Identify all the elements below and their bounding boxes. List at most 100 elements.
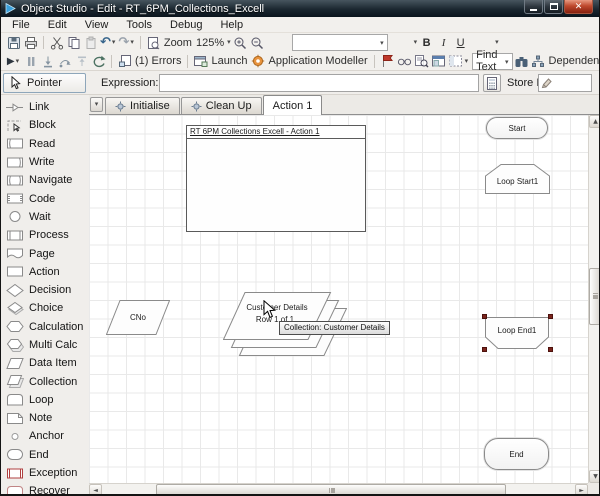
menu-edit[interactable]: Edit (39, 18, 76, 32)
menu-tools[interactable]: Tools (117, 18, 161, 32)
sidebar-item-wait[interactable]: Wait (1, 208, 89, 226)
sidebar-item-anchor[interactable]: Anchor (1, 427, 89, 445)
start-stage[interactable]: Start (486, 117, 548, 139)
loop-end-stage[interactable]: Loop End1 (482, 314, 553, 352)
close-button[interactable]: ✕ (564, 0, 593, 14)
selection-handle[interactable] (482, 314, 487, 319)
sidebar-item-collection[interactable]: Collection (1, 372, 89, 390)
end-stage[interactable]: End (484, 438, 549, 470)
save-button[interactable] (5, 34, 22, 51)
sidebar-item-exception[interactable]: Exception (1, 464, 89, 482)
zoom-out-button[interactable] (249, 34, 266, 51)
breakpoint-button[interactable] (379, 53, 396, 70)
redo-button[interactable]: ↷▾ (117, 34, 135, 51)
step-over-button[interactable] (56, 53, 73, 70)
vertical-scroll-thumb[interactable] (589, 268, 600, 325)
find-references-button[interactable] (413, 53, 430, 70)
find-text-combo[interactable]: Find Text▾ (472, 53, 512, 70)
cut-button[interactable] (48, 34, 65, 51)
find-next-button[interactable] (513, 53, 530, 70)
undo-button[interactable]: ↶▾ (99, 34, 117, 51)
maximize-button[interactable] (544, 0, 563, 14)
zoom-page-button[interactable] (145, 34, 162, 51)
zoom-value[interactable]: 125% (196, 37, 224, 49)
paste-button[interactable] (82, 34, 99, 51)
sidebar-item-multi-calc[interactable]: Multi Calc (1, 336, 89, 354)
tab-clean-up[interactable]: Clean Up (181, 97, 262, 114)
mouse-cursor (263, 300, 276, 319)
undo-icon: ↶ (100, 36, 111, 49)
tool-pointer-button[interactable]: Pointer (3, 73, 86, 93)
reset-button[interactable] (90, 53, 107, 70)
expression-input[interactable] (159, 74, 479, 92)
step-into-button[interactable] (39, 53, 56, 70)
flow-canvas[interactable]: RT 6PM Collections Excell - Action 1 Sta… (89, 115, 588, 483)
layout-caret-icon[interactable]: ▾ (465, 58, 469, 65)
sidebar-item-link[interactable]: Link (1, 98, 89, 116)
validate-button[interactable] (530, 53, 547, 70)
sidebar-item-decision[interactable]: Decision (1, 281, 89, 299)
selection-handle[interactable] (548, 347, 553, 352)
menu-file[interactable]: File (3, 18, 39, 32)
sidebar-item-block[interactable]: Block (1, 116, 89, 134)
block-stage[interactable]: RT 6PM Collections Excell - Action 1 (186, 125, 366, 232)
vertical-scrollbar[interactable]: ▲ ▼ (588, 115, 600, 483)
watch-button[interactable] (396, 53, 413, 70)
tab-list-dropdown-button[interactable]: ▾ (90, 97, 103, 112)
sidebar-item-choice[interactable]: Choice (1, 299, 89, 317)
sidebar-item-calculation[interactable]: Calculation (1, 318, 89, 336)
application-modeller-button[interactable] (250, 53, 267, 70)
sidebar-item-process[interactable]: Process (1, 226, 89, 244)
data-item-stage[interactable]: CNo (106, 300, 170, 335)
horizontal-scrollbar[interactable]: ◄ ► (89, 483, 588, 496)
application-modeller-label[interactable]: Application Modeller (269, 55, 368, 67)
menu-view[interactable]: View (76, 18, 118, 32)
sidebar-item-action[interactable]: Action (1, 263, 89, 281)
scroll-left-button[interactable]: ◄ (89, 484, 102, 496)
play-button[interactable]: ▶▾ (5, 53, 22, 70)
sidebar-item-recover[interactable]: Recover (1, 482, 89, 496)
errors-label[interactable]: (1) Errors (135, 55, 181, 67)
tab-initialise[interactable]: Initialise (105, 97, 180, 114)
layout-button[interactable] (447, 53, 464, 70)
step-out-button[interactable] (73, 53, 90, 70)
minimize-button[interactable] (524, 0, 543, 14)
store-in-field[interactable] (538, 74, 592, 92)
show-grid-button[interactable] (430, 53, 447, 70)
menu-debug[interactable]: Debug (161, 18, 211, 32)
expression-editor-button[interactable] (483, 74, 501, 92)
dependencies-label[interactable]: Dependencies (549, 55, 600, 67)
underline-button[interactable]: U (452, 34, 469, 51)
sidebar-item-note[interactable]: Note (1, 409, 89, 427)
launch-label[interactable]: Launch (211, 55, 247, 67)
horizontal-scroll-thumb[interactable] (156, 484, 506, 496)
bold-button[interactable]: B (418, 34, 435, 51)
zoom-in-button[interactable] (232, 34, 249, 51)
scroll-up-button[interactable]: ▲ (589, 115, 600, 128)
sidebar-item-code[interactable]: Code (1, 189, 89, 207)
sidebar-item-end[interactable]: End (1, 446, 89, 464)
sidebar-item-read[interactable]: Read (1, 135, 89, 153)
font-combo[interactable]: ▾ (292, 34, 388, 51)
copy-button[interactable] (65, 34, 82, 51)
menu-help[interactable]: Help (211, 18, 252, 32)
scroll-down-button[interactable]: ▼ (589, 470, 600, 483)
sidebar-item-page[interactable]: Page (1, 244, 89, 262)
sidebar-item-loop[interactable]: Loop (1, 391, 89, 409)
launch-button[interactable] (192, 53, 209, 70)
loop-start-stage[interactable]: Loop Start1 (485, 164, 550, 194)
selection-handle[interactable] (482, 347, 487, 352)
sidebar-item-navigate[interactable]: Navigate (1, 171, 89, 189)
font-size-caret-icon[interactable]: ▾ (414, 39, 418, 46)
pause-button[interactable] (22, 53, 39, 70)
tab-action-1[interactable]: Action 1 (263, 95, 323, 115)
italic-button[interactable]: I (435, 34, 452, 51)
sidebar-item-write[interactable]: Write (1, 153, 89, 171)
scroll-right-button[interactable]: ► (575, 484, 588, 496)
print-button[interactable] (22, 34, 39, 51)
errors-button[interactable] (116, 53, 133, 70)
color-caret-icon[interactable]: ▾ (495, 39, 499, 46)
zoom-caret-icon[interactable]: ▾ (227, 39, 231, 46)
selection-handle[interactable] (548, 314, 553, 319)
sidebar-item-data-item[interactable]: Data Item (1, 354, 89, 372)
